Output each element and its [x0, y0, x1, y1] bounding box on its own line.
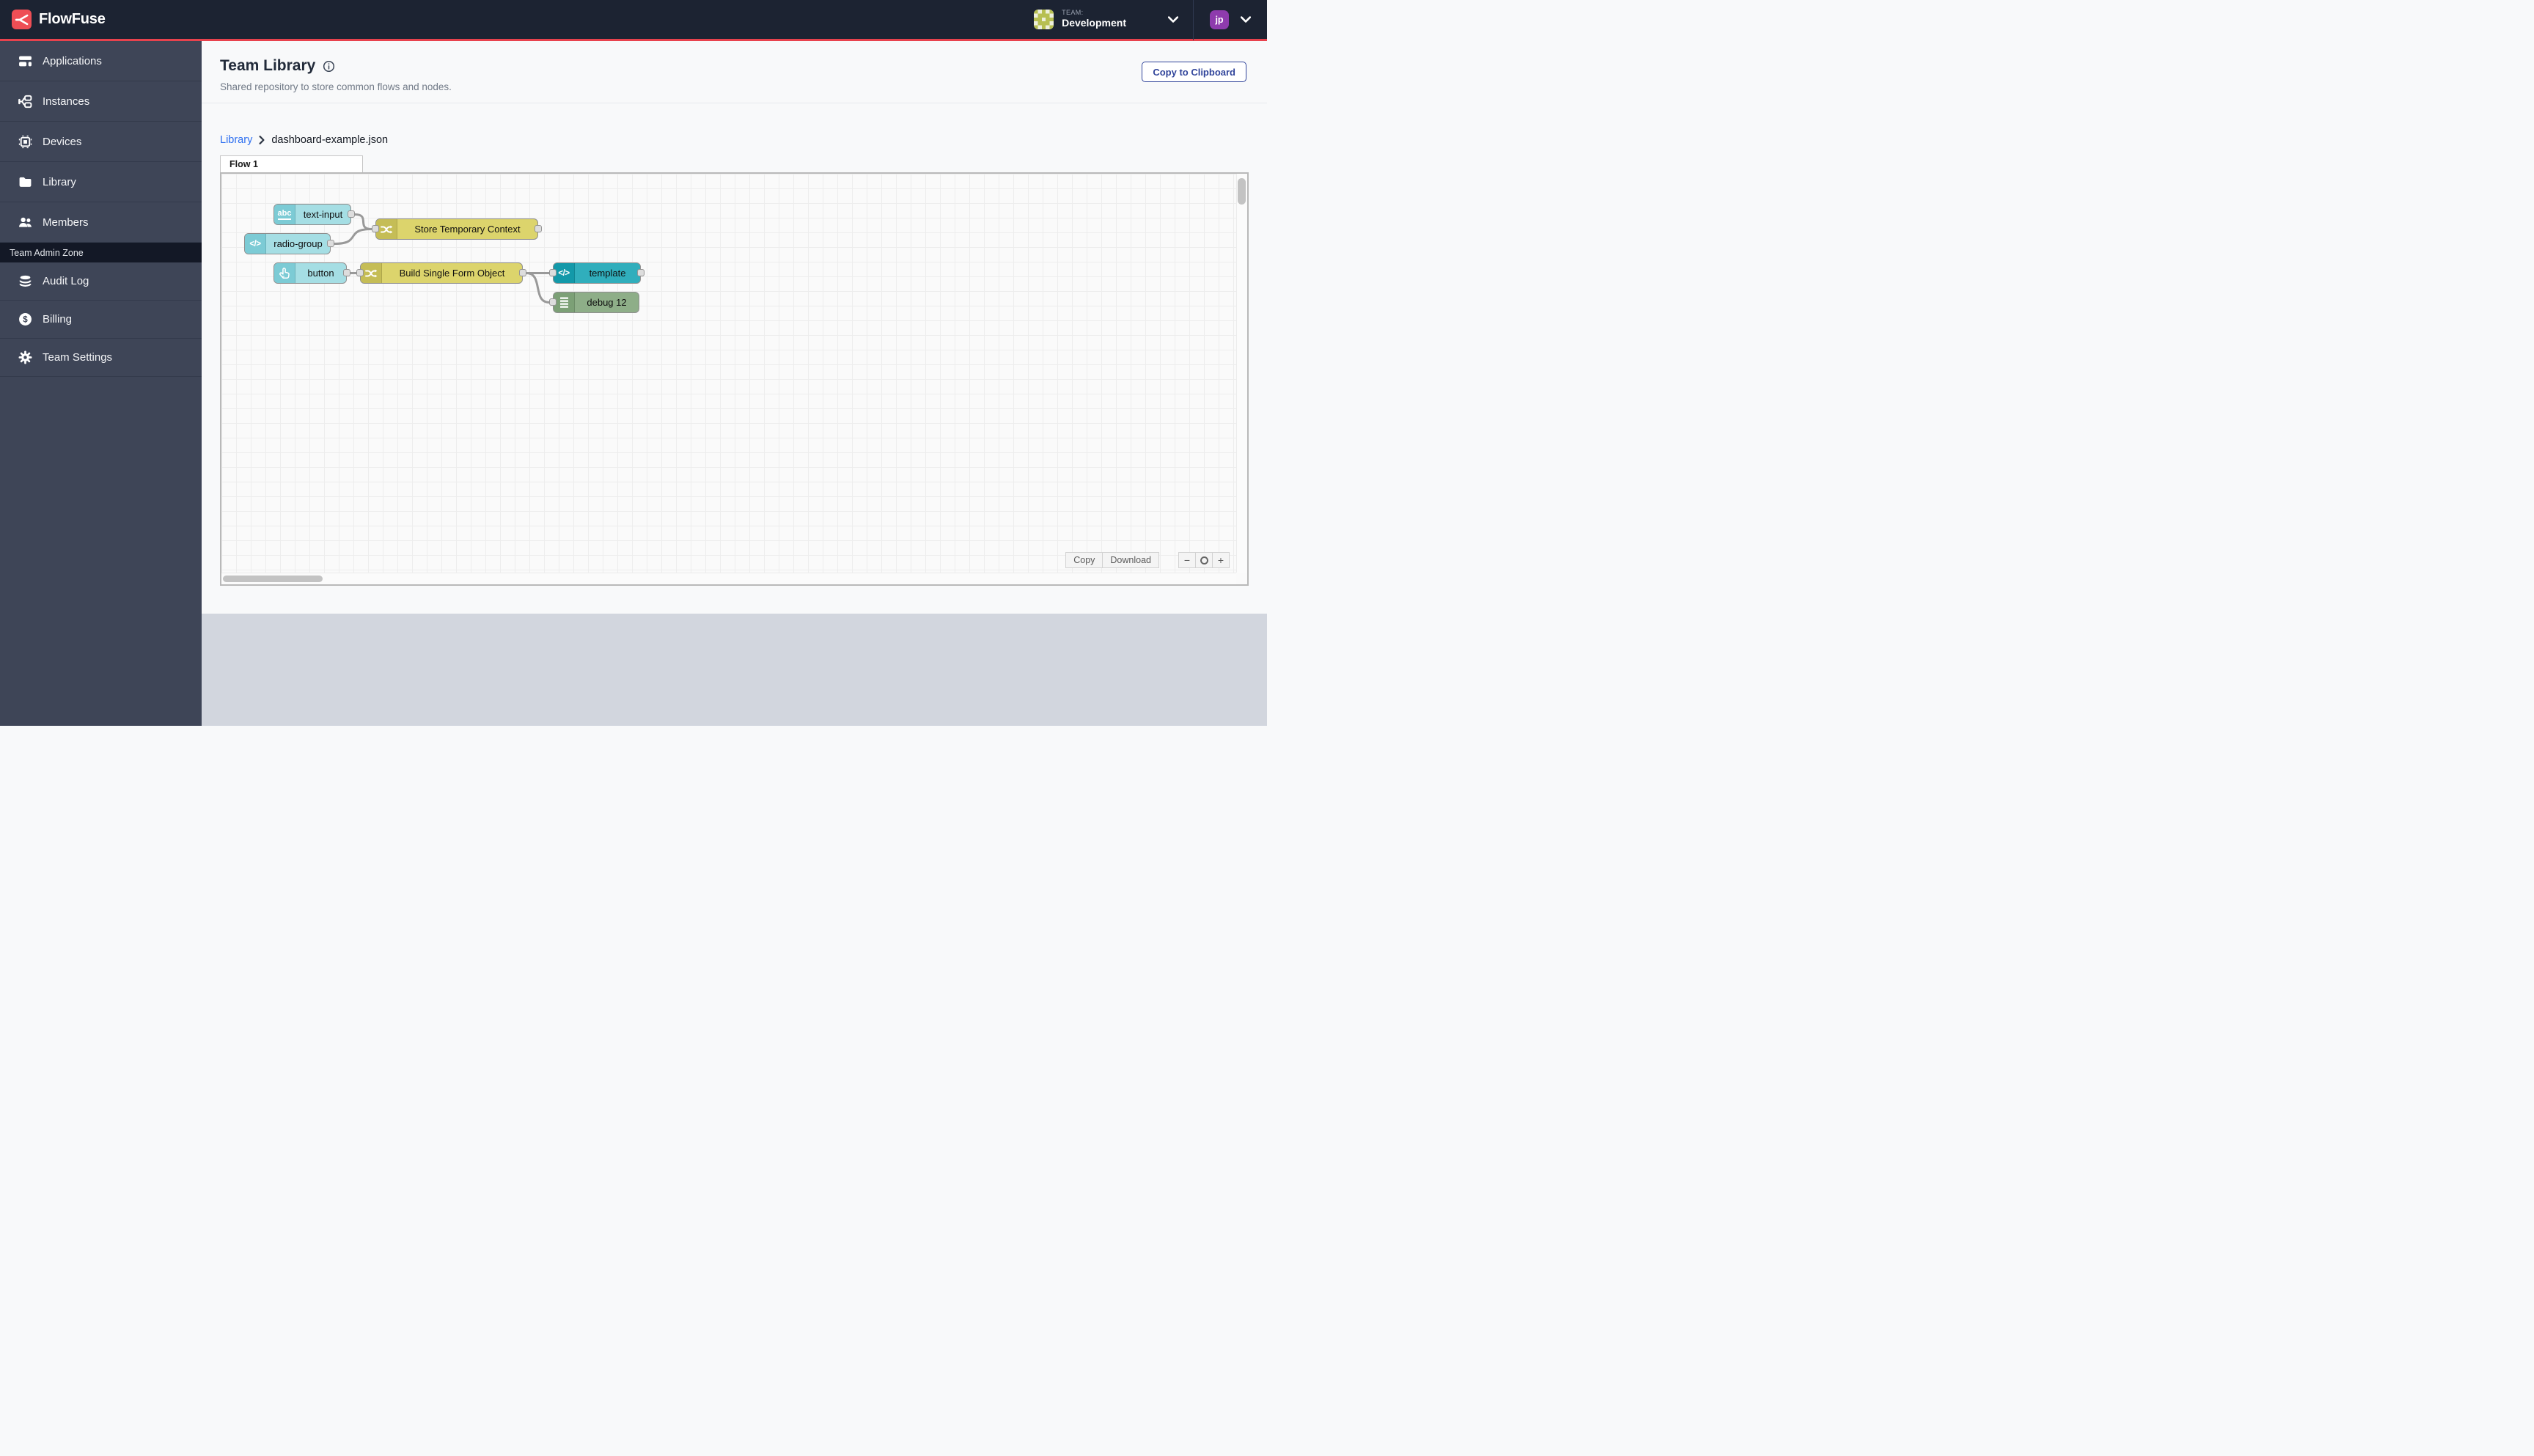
node-port-out[interactable]	[327, 240, 334, 247]
breadcrumb-current: dashboard-example.json	[271, 134, 389, 146]
pointer-icon	[274, 263, 295, 283]
zoom-in-button[interactable]: +	[1212, 552, 1230, 568]
node-port-in[interactable]	[372, 225, 379, 232]
flow-node-label: Store Temporary Context	[414, 224, 521, 235]
flow-viewer: Flow 1 Copy Download − + abc text-input …	[220, 155, 1249, 586]
user-menu[interactable]: jp	[1194, 0, 1267, 39]
page-title: Team Library	[220, 57, 316, 74]
chevron-down-icon	[1241, 16, 1251, 23]
team-label: TEAM:	[1062, 9, 1084, 17]
flow-node-template[interactable]: </> template	[549, 262, 644, 284]
flow-node-build-single-form-object[interactable]: Build Single Form Object	[356, 262, 526, 284]
database-icon	[19, 275, 32, 287]
code-icon: </>	[554, 263, 575, 283]
breadcrumb: Library dashboard-example.json	[220, 134, 1267, 146]
instances-icon	[18, 95, 32, 108]
horizontal-scrollbar-track[interactable]	[221, 573, 1236, 584]
flow-node-label: template	[589, 268, 626, 279]
sidebar-item-billing[interactable]: $ Billing	[0, 301, 202, 339]
breadcrumb-library-link[interactable]: Library	[220, 134, 252, 146]
brand-name: FlowFuse	[39, 11, 106, 27]
flow-copy-button[interactable]: Copy	[1065, 552, 1103, 568]
horizontal-scrollbar-thumb[interactable]	[223, 576, 323, 582]
code-icon: </>	[245, 234, 266, 254]
node-port-out[interactable]	[637, 269, 644, 276]
team-admin-zone-header: Team Admin Zone	[0, 243, 202, 262]
page-subtitle: Shared repository to store common flows …	[220, 81, 452, 92]
sidebar-item-members[interactable]: Members	[0, 202, 202, 243]
flow-wire	[333, 228, 373, 245]
flow-wire	[525, 272, 551, 304]
circle-icon	[1200, 556, 1208, 565]
team-avatar	[1034, 10, 1054, 29]
sidebar: Applications Instances Devices Library M…	[0, 41, 202, 726]
info-icon[interactable]	[323, 60, 335, 73]
gear-icon	[18, 350, 32, 364]
flow-node-label: radio-group	[273, 238, 323, 249]
members-icon	[19, 217, 32, 227]
sidebar-item-label: Audit Log	[43, 275, 89, 287]
node-port-out[interactable]	[348, 210, 355, 218]
flow-download-button[interactable]: Download	[1102, 552, 1159, 568]
sidebar-item-library[interactable]: Library	[0, 162, 202, 202]
zoom-reset-button[interactable]	[1195, 552, 1213, 568]
flow-node-radio-group[interactable]: </> radio-group	[244, 233, 334, 254]
flow-node-label: debug 12	[587, 297, 627, 308]
flow-tab[interactable]: Flow 1	[220, 155, 363, 172]
node-port-out[interactable]	[519, 269, 526, 276]
team-name: Development	[1062, 17, 1126, 29]
team-selector[interactable]: TEAM: Development	[1019, 0, 1193, 39]
flow-node-text-input[interactable]: abc text-input	[273, 204, 355, 225]
flow-node-label: Build Single Form Object	[399, 268, 505, 279]
sidebar-item-instances[interactable]: Instances	[0, 81, 202, 122]
sidebar-item-devices[interactable]: Devices	[0, 122, 202, 162]
page-header: Team Library Shared repository to store …	[202, 41, 1267, 103]
sidebar-item-label: Instances	[43, 95, 90, 108]
flow-node-label: text-input	[303, 209, 343, 220]
flow-node-store-temporary-context[interactable]: Store Temporary Context	[372, 218, 542, 240]
folder-icon	[19, 177, 32, 187]
flow-node-label: button	[307, 268, 334, 279]
node-port-out[interactable]	[535, 225, 542, 232]
app-header: FlowFuse TEAM: Development jp	[0, 0, 1267, 41]
main-content: Team Library Shared repository to store …	[202, 41, 1267, 726]
dollar-icon: $	[19, 313, 32, 326]
sidebar-item-label: Team Settings	[43, 351, 113, 364]
flow-node-button[interactable]: button	[273, 262, 350, 284]
flow-node-debug-12[interactable]: debug 12	[549, 292, 639, 313]
sidebar-item-label: Devices	[43, 135, 82, 148]
copy-to-clipboard-button[interactable]: Copy to Clipboard	[1142, 62, 1246, 82]
node-port-in[interactable]	[356, 269, 364, 276]
sidebar-item-team-settings[interactable]: Team Settings	[0, 339, 202, 377]
chip-icon	[18, 135, 32, 148]
node-port-in[interactable]	[549, 298, 557, 306]
abc-icon: abc	[274, 205, 295, 224]
flow-canvas[interactable]: Copy Download − + abc text-input </> radio-…	[220, 172, 1249, 586]
sidebar-item-label: Applications	[43, 54, 102, 67]
zoom-out-button[interactable]: −	[1178, 552, 1196, 568]
shuffle-icon	[361, 263, 382, 283]
flowfuse-brand[interactable]: FlowFuse	[0, 10, 106, 29]
chevron-down-icon	[1168, 16, 1178, 23]
sidebar-item-label: Members	[43, 216, 89, 229]
list-icon	[554, 293, 575, 312]
sidebar-item-applications[interactable]: Applications	[0, 41, 202, 81]
flow-wire	[353, 213, 373, 230]
vertical-scrollbar-track[interactable]	[1236, 174, 1247, 573]
footer-background	[202, 614, 1267, 726]
chevron-right-icon	[259, 136, 265, 144]
vertical-scrollbar-thumb[interactable]	[1238, 178, 1246, 205]
sidebar-item-label: Library	[43, 175, 76, 188]
applications-icon	[19, 56, 32, 66]
flowfuse-logo-icon	[12, 10, 32, 29]
shuffle-icon	[376, 219, 397, 239]
user-avatar: jp	[1210, 10, 1229, 29]
sidebar-item-audit-log[interactable]: Audit Log	[0, 262, 202, 301]
sidebar-item-label: Billing	[43, 313, 73, 326]
node-port-out[interactable]	[343, 269, 350, 276]
node-port-in[interactable]	[549, 269, 557, 276]
svg-text:$: $	[23, 315, 28, 325]
